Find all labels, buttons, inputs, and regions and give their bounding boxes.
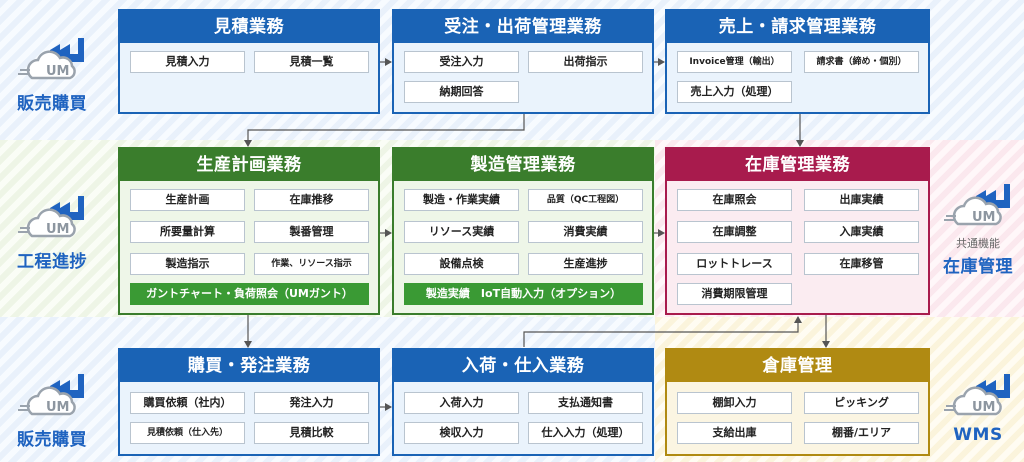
item-bill[interactable]: 請求書（締め・個別） bbox=[804, 51, 919, 73]
panel-estimate: 見積業務 見積入力 見積一覧 bbox=[118, 9, 380, 114]
item-purchase-input[interactable]: 仕入入力（処理） bbox=[528, 422, 643, 444]
item-mfg-instruction[interactable]: 製造指示 bbox=[130, 253, 245, 275]
panel-sales: 売上・請求管理業務 Invoice管理（輸出） 請求書（締め・個別） 売上入力（… bbox=[665, 9, 930, 114]
item-work-resource-instruction[interactable]: 作業、リソース指示 bbox=[254, 253, 369, 275]
item-stock-trend[interactable]: 在庫推移 bbox=[254, 189, 369, 211]
panel-order: 受注・出荷管理業務 受注入力 出荷指示 納期回答 bbox=[392, 9, 654, 114]
panel-purchase-title: 購買・発注業務 bbox=[120, 350, 378, 382]
item-invoice-export[interactable]: Invoice管理（輸出） bbox=[677, 51, 792, 73]
item-work-result[interactable]: 製造・作業実績 bbox=[404, 189, 519, 211]
item-delivery-reply[interactable]: 納期回答 bbox=[404, 81, 519, 103]
item-mrp[interactable]: 所要量計算 bbox=[130, 221, 245, 243]
item-quality[interactable]: 品質（QC工程図） bbox=[528, 189, 643, 211]
bar-iot[interactable]: 製造実績 IoT自動入力（オプション） bbox=[404, 283, 643, 305]
panel-order-title: 受注・出荷管理業務 bbox=[394, 11, 652, 43]
bar-gantt[interactable]: ガントチャート・負荷照会（UMガント） bbox=[130, 283, 369, 305]
item-shelf-area[interactable]: 棚番/エリア bbox=[804, 422, 919, 444]
panel-warehouse: 倉庫管理 棚卸入力 ピッキング 支給出庫 棚番/エリア bbox=[665, 348, 930, 456]
item-order-entry[interactable]: 発注入力 bbox=[254, 392, 369, 414]
item-estimate-list[interactable]: 見積一覧 bbox=[254, 51, 369, 73]
panel-purchase: 購買・発注業務 購買依頼（社内） 発注入力 見積依頼（仕入先） 見積比較 bbox=[118, 348, 380, 456]
item-production-progress[interactable]: 生産進捗 bbox=[528, 253, 643, 275]
panel-inventory-title: 在庫管理業務 bbox=[667, 149, 928, 181]
item-stock-inquiry[interactable]: 在庫照会 bbox=[677, 189, 792, 211]
panel-mfg-title: 製造管理業務 bbox=[394, 149, 652, 181]
item-shipping-instruction[interactable]: 出荷指示 bbox=[528, 51, 643, 73]
arrow-order-to-plan bbox=[244, 114, 525, 147]
item-picking[interactable]: ピッキング bbox=[804, 392, 919, 414]
panel-estimate-title: 見積業務 bbox=[120, 11, 378, 43]
item-resource-result[interactable]: リソース実績 bbox=[404, 221, 519, 243]
panel-receiving-title: 入荷・仕入業務 bbox=[394, 350, 652, 382]
item-consumption-result[interactable]: 消費実績 bbox=[528, 221, 643, 243]
panel-warehouse-title: 倉庫管理 bbox=[667, 350, 928, 382]
panel-receiving: 入荷・仕入業務 入荷入力 支払通知書 検収入力 仕入入力（処理） bbox=[392, 348, 654, 456]
item-arrival-input[interactable]: 入荷入力 bbox=[404, 392, 519, 414]
panel-mfg: 製造管理業務 製造・作業実績 品質（QC工程図） リソース実績 消費実績 設備点… bbox=[392, 147, 654, 315]
item-lot-number[interactable]: 製番管理 bbox=[254, 221, 369, 243]
item-stock-transfer[interactable]: 在庫移管 bbox=[804, 253, 919, 275]
panel-plan-title: 生産計画業務 bbox=[120, 149, 378, 181]
arrow-receiving-to-inventory bbox=[523, 316, 802, 347]
item-inspection-input[interactable]: 検収入力 bbox=[404, 422, 519, 444]
item-receipt-result[interactable]: 入庫実績 bbox=[804, 221, 919, 243]
item-lot-trace[interactable]: ロットトレース bbox=[677, 253, 792, 275]
item-quote-compare[interactable]: 見積比較 bbox=[254, 422, 369, 444]
item-sales-input[interactable]: 売上入力（処理） bbox=[677, 81, 792, 103]
item-production-plan[interactable]: 生産計画 bbox=[130, 189, 245, 211]
item-supply-issue[interactable]: 支給出庫 bbox=[677, 422, 792, 444]
item-shipment-result[interactable]: 出庫実績 bbox=[804, 189, 919, 211]
panel-sales-title: 売上・請求管理業務 bbox=[667, 11, 928, 43]
item-quote-request[interactable]: 見積依頼（仕入先） bbox=[130, 422, 245, 444]
item-stock-adjust[interactable]: 在庫調整 bbox=[677, 221, 792, 243]
item-payment-notice[interactable]: 支払通知書 bbox=[528, 392, 643, 414]
item-stocktake-input[interactable]: 棚卸入力 bbox=[677, 392, 792, 414]
item-purchase-request[interactable]: 購買依頼（社内） bbox=[130, 392, 245, 414]
panel-inventory: 在庫管理業務 在庫照会 出庫実績 在庫調整 入庫実績 ロットトレース 在庫移管 … bbox=[665, 147, 930, 315]
panel-plan: 生産計画業務 生産計画 在庫推移 所要量計算 製番管理 製造指示 作業、リソース… bbox=[118, 147, 380, 315]
item-expiry-management[interactable]: 消費期限管理 bbox=[677, 283, 792, 305]
item-equipment-check[interactable]: 設備点検 bbox=[404, 253, 519, 275]
item-estimate-input[interactable]: 見積入力 bbox=[130, 51, 245, 73]
item-order-input[interactable]: 受注入力 bbox=[404, 51, 519, 73]
